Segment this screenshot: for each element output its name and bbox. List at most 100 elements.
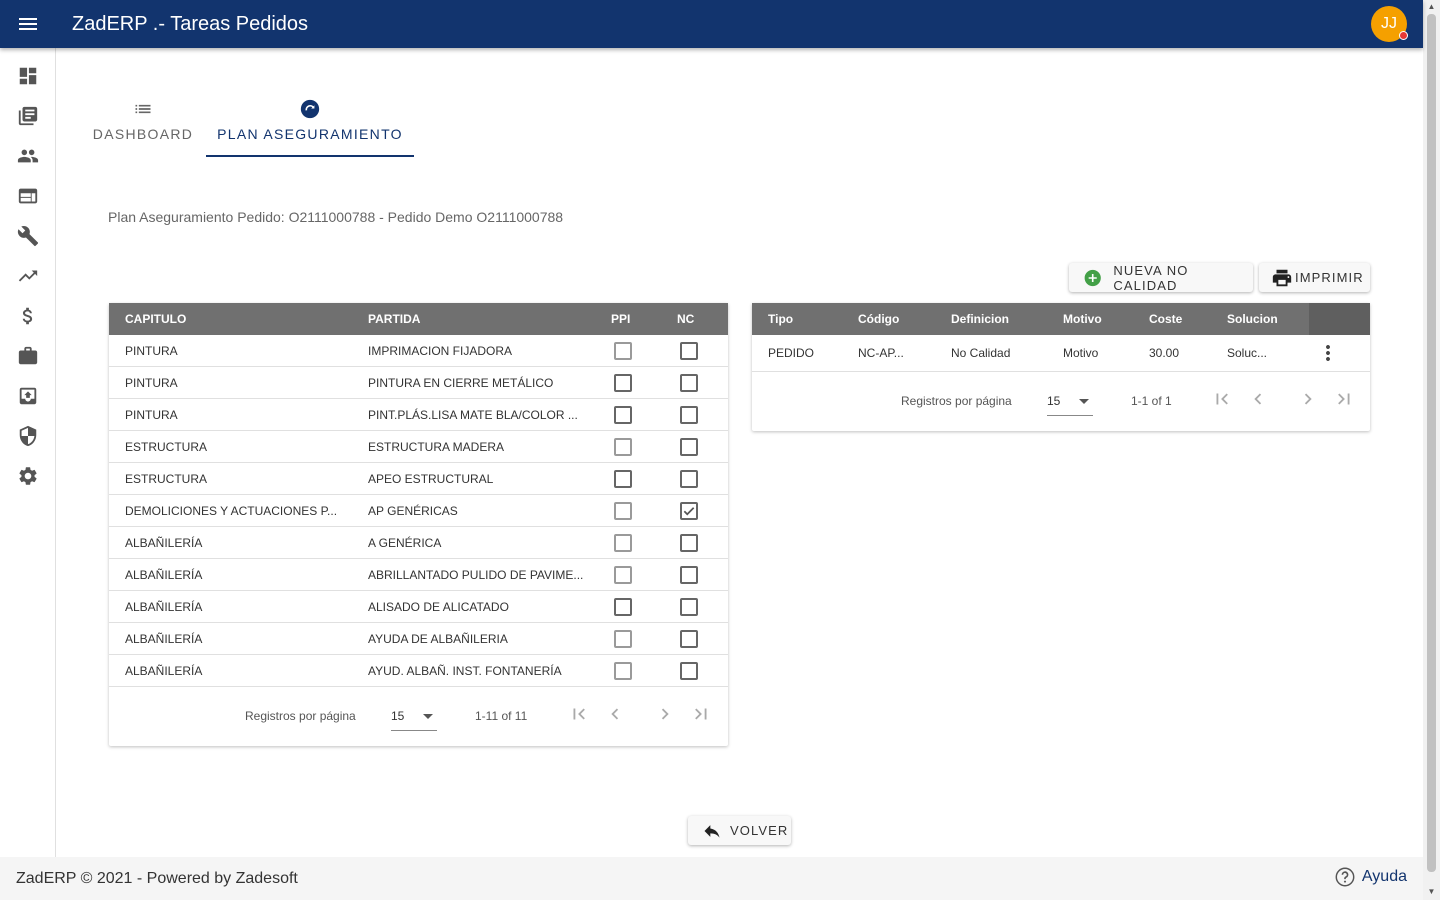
- table-row[interactable]: ESTRUCTURA ESTRUCTURA MADERA: [109, 431, 728, 463]
- previous-page-button[interactable]: [604, 703, 626, 725]
- next-page-button[interactable]: [1297, 388, 1319, 410]
- ppi-checkbox[interactable]: [614, 566, 632, 584]
- page-size-select[interactable]: 15: [1047, 386, 1093, 416]
- table-row[interactable]: PINTURA IMPRIMACION FIJADORA: [109, 335, 728, 367]
- help-circle-icon: [1335, 867, 1355, 887]
- ppi-checkbox[interactable]: [614, 470, 632, 488]
- ppi-checkbox[interactable]: [614, 342, 632, 360]
- nueva-no-calidad-label: NUEVA NO CALIDAD: [1113, 262, 1189, 293]
- tab-dashboard[interactable]: DASHBOARD: [80, 92, 206, 157]
- first-page-button[interactable]: [568, 703, 590, 725]
- nc-checkbox[interactable]: [680, 630, 698, 648]
- previous-page-button[interactable]: [1247, 388, 1269, 410]
- page-size-label: Registros por página: [901, 394, 1012, 408]
- sidebar-item-settings[interactable]: [0, 456, 56, 496]
- first-page-button[interactable]: [1211, 388, 1233, 410]
- add-circle-icon: [1084, 269, 1101, 286]
- col-solucion[interactable]: Solucion: [1227, 312, 1278, 326]
- col-tipo[interactable]: Tipo: [768, 312, 793, 326]
- col-definicion[interactable]: Definicion: [951, 312, 1009, 326]
- nueva-no-calidad-button[interactable]: NUEVA NO CALIDAD: [1069, 262, 1253, 293]
- nc-checkbox-checked[interactable]: [680, 502, 698, 520]
- archive-icon: [19, 387, 37, 405]
- row-menu-button[interactable]: [1316, 341, 1340, 365]
- table-row[interactable]: ESTRUCTURA APEO ESTRUCTURAL: [109, 463, 728, 495]
- tab-plan-aseguramiento[interactable]: PLAN ASEGURAMIENTO: [206, 92, 414, 157]
- imprimir-button[interactable]: IMPRIMIR: [1259, 263, 1370, 292]
- user-avatar[interactable]: JJ: [1371, 6, 1408, 42]
- ppi-checkbox[interactable]: [614, 502, 632, 520]
- sidebar-item-dashboard[interactable]: [0, 56, 56, 96]
- page-size-select[interactable]: 15: [391, 701, 437, 731]
- help-link[interactable]: Ayuda: [1334, 866, 1407, 888]
- col-codigo[interactable]: Código: [858, 312, 899, 326]
- menu-button[interactable]: [0, 0, 56, 48]
- col-coste[interactable]: Coste: [1149, 312, 1182, 326]
- sidebar-item-work[interactable]: [0, 336, 56, 376]
- cell-capitulo: DEMOLICIONES Y ACTUACIONES P...: [125, 504, 338, 518]
- nc-checkbox[interactable]: [680, 598, 698, 616]
- next-page-button[interactable]: [654, 703, 676, 725]
- table-row[interactable]: ALBAÑILERÍA ABRILLANTADO PULIDO DE PAVIM…: [109, 559, 728, 591]
- nc-checkbox[interactable]: [680, 406, 698, 424]
- page-scrollbar[interactable]: ▲ ▼: [1423, 0, 1440, 900]
- scroll-down-arrow-icon[interactable]: ▼: [1427, 887, 1436, 896]
- sidebar-item-web[interactable]: [0, 176, 56, 216]
- page-subtitle: Plan Aseguramiento Pedido: O2111000788 -…: [108, 209, 564, 225]
- col-motivo[interactable]: Motivo: [1063, 312, 1102, 326]
- cell-capitulo: PINTURA: [125, 344, 178, 358]
- sidebar-item-library[interactable]: [0, 96, 56, 136]
- sidebar-item-finance[interactable]: [0, 296, 56, 336]
- sidebar-item-security[interactable]: [0, 416, 56, 456]
- last-page-button[interactable]: [690, 703, 712, 725]
- footer: ZadERP © 2021 - Powered by Zadesoft Ayud…: [0, 857, 1423, 900]
- ppi-checkbox[interactable]: [614, 438, 632, 456]
- sidebar: [0, 48, 56, 857]
- tab-dashboard-label: DASHBOARD: [92, 126, 194, 142]
- cell-capitulo: ESTRUCTURA: [125, 472, 208, 486]
- volver-label: VOLVER: [730, 823, 789, 838]
- last-page-button[interactable]: [1333, 388, 1355, 410]
- table-row[interactable]: ALBAÑILERÍA AYUDA DE ALBAÑILERIA: [109, 623, 728, 655]
- nc-checkbox[interactable]: [680, 534, 698, 552]
- col-partida[interactable]: PARTIDA: [368, 312, 420, 326]
- table-row[interactable]: PEDIDO NC-AP... No Calidad Motivo 30.00 …: [752, 335, 1370, 372]
- nc-checkbox[interactable]: [680, 374, 698, 392]
- sidebar-item-archive[interactable]: [0, 376, 56, 416]
- cell-partida: A GENÉRICA: [368, 536, 442, 550]
- volver-button[interactable]: VOLVER: [688, 816, 791, 845]
- col-nc[interactable]: NC: [677, 312, 694, 326]
- table-row[interactable]: ALBAÑILERÍA ALISADO DE ALICATADO: [109, 591, 728, 623]
- nc-checkbox[interactable]: [680, 662, 698, 680]
- nc-checkbox[interactable]: [680, 342, 698, 360]
- table-row[interactable]: ALBAÑILERÍA A GENÉRICA: [109, 527, 728, 559]
- sidebar-item-people[interactable]: [0, 136, 56, 176]
- table-row[interactable]: PINTURA PINT.PLÁS.LISA MATE BLA/COLOR ..…: [109, 399, 728, 431]
- table-row[interactable]: ALBAÑILERÍA AYUD. ALBAÑ. INST. FONTANERÍ…: [109, 655, 728, 687]
- nc-checkbox[interactable]: [680, 470, 698, 488]
- cell-capitulo: ALBAÑILERÍA: [125, 664, 203, 678]
- no-calidad-table: Tipo Código Definicion Motivo Coste Solu…: [752, 303, 1370, 431]
- dropdown-arrow-icon: [1079, 399, 1089, 404]
- scroll-up-arrow-icon[interactable]: ▲: [1427, 2, 1436, 11]
- table-row[interactable]: PINTURA PINTURA EN CIERRE METÁLICO: [109, 367, 728, 399]
- ppi-checkbox[interactable]: [614, 406, 632, 424]
- ppi-checkbox[interactable]: [614, 534, 632, 552]
- sidebar-item-tools[interactable]: [0, 216, 56, 256]
- ppi-checkbox[interactable]: [614, 374, 632, 392]
- last-page-icon: [1338, 393, 1350, 405]
- sidebar-item-trending[interactable]: [0, 256, 56, 296]
- avatar-initials: JJ: [1381, 15, 1397, 32]
- ppi-checkbox[interactable]: [614, 630, 632, 648]
- col-capitulo[interactable]: CAPITULO: [125, 312, 186, 326]
- cell-partida: AYUD. ALBAÑ. INST. FONTANERÍA: [368, 664, 562, 678]
- col-ppi[interactable]: PPI: [611, 312, 630, 326]
- nc-checkbox[interactable]: [680, 566, 698, 584]
- nc-checkbox[interactable]: [680, 438, 698, 456]
- table-row[interactable]: DEMOLICIONES Y ACTUACIONES P... AP GENÉR…: [109, 495, 728, 527]
- first-page-icon: [573, 708, 585, 720]
- ppi-checkbox[interactable]: [614, 662, 632, 680]
- scroll-thumb[interactable]: [1427, 14, 1436, 872]
- ppi-checkbox[interactable]: [614, 598, 632, 616]
- more-vert-icon: [1326, 345, 1330, 361]
